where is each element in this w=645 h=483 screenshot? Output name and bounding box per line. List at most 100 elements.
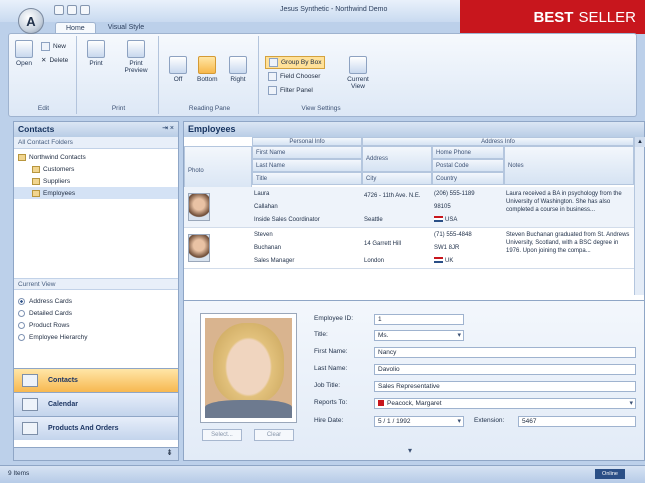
column-home-phone[interactable]: Home Phone: [432, 146, 504, 159]
last-name-field[interactable]: Davolio: [374, 364, 636, 375]
job-title-field[interactable]: Sales Representative: [374, 381, 636, 392]
current-view-icon: [349, 56, 367, 74]
nav-calendar[interactable]: Calendar: [14, 392, 178, 416]
group-by-box-button[interactable]: Group By Box: [265, 56, 326, 69]
nav-products-and-orders[interactable]: Products And Orders: [14, 416, 178, 440]
country-label: USA: [445, 217, 458, 223]
current-view-button[interactable]: Current View: [343, 56, 373, 90]
folder-tree: Northwind Contacts Customers Suppliers E…: [14, 149, 178, 199]
column-first-name[interactable]: First Name: [252, 146, 362, 159]
tree-item-customers[interactable]: Customers: [14, 163, 178, 175]
folder-icon: [18, 153, 26, 161]
item-count: 9 Items: [8, 470, 30, 477]
reports-to-value: Peacock, Margaret: [387, 400, 442, 407]
badge-text: SELLER: [578, 8, 636, 26]
tree-item-northwind-contacts[interactable]: Northwind Contacts: [14, 151, 178, 163]
view-option-product-rows[interactable]: Product Rows: [18, 319, 88, 331]
column-country[interactable]: Country: [432, 172, 504, 185]
nav-label: Contacts: [48, 377, 78, 384]
cell-country: UK: [434, 257, 453, 265]
print-preview-label: Print Preview: [124, 60, 148, 74]
employee-portrait: [205, 318, 292, 418]
cell-last-name: Callahan: [254, 204, 278, 210]
employees-header: Employees: [184, 122, 644, 137]
last-name-label: Last Name:: [314, 365, 348, 372]
delete-icon: ✕: [41, 57, 47, 64]
chevron-down-icon: ⇟: [166, 448, 173, 457]
radio-icon: [18, 321, 25, 329]
current-view-label: Current View: [347, 76, 369, 90]
extension-field[interactable]: 5467: [518, 416, 636, 427]
cell-postal-code: 98105: [434, 204, 451, 210]
employees-title: Employees: [188, 124, 236, 134]
reading-pane-bottom-button[interactable]: Bottom: [197, 56, 218, 83]
filter-panel-label: Filter Panel: [280, 87, 313, 94]
view-settings-group: Group By Box Field Chooser Filter Panel …: [261, 36, 381, 114]
title-label: Title:: [314, 331, 328, 338]
field-chooser-button[interactable]: Field Chooser: [268, 72, 320, 81]
hire-date-picker[interactable]: 5 / 1 / 1992: [374, 416, 464, 427]
table-row[interactable]: Steven Buchanan Sales Manager 14 Garrett…: [184, 228, 634, 269]
delete-button[interactable]: ✕ Delete: [41, 56, 68, 65]
tree-item-employees[interactable]: Employees: [14, 187, 178, 199]
reading-pane-right-button[interactable]: Right: [229, 56, 247, 83]
column-last-name[interactable]: Last Name: [252, 159, 362, 172]
scroll-up-icon[interactable]: ▲: [635, 137, 645, 147]
tree-item-suppliers[interactable]: Suppliers: [14, 175, 178, 187]
cell-notes: Laura received a BA in psychology from t…: [506, 191, 622, 213]
filter-panel-button[interactable]: Filter Panel: [268, 86, 313, 95]
cell-address: 4726 - 11th Ave. N.E.: [364, 193, 421, 199]
off-label: Off: [173, 76, 183, 83]
view-option-address-cards[interactable]: Address Cards: [18, 295, 88, 307]
app-menu-button[interactable]: A: [18, 8, 44, 34]
customize-icon[interactable]: [80, 5, 90, 15]
view-option-label: Detailed Cards: [29, 309, 72, 317]
reports-to-select[interactable]: Peacock, Margaret: [374, 398, 636, 409]
print-preview-button[interactable]: Print Preview: [121, 40, 151, 74]
employee-detail-form: Select... Clear Employee ID: 1 Title: Ms…: [184, 300, 644, 460]
panel-pin-close-icon[interactable]: ⇥ ×: [162, 124, 174, 132]
employee-thumbnail: [188, 234, 210, 262]
view-option-employee-hierarchy[interactable]: Employee Hierarchy: [18, 331, 88, 343]
folder-icon: [32, 177, 40, 185]
open-button[interactable]: Open: [15, 40, 33, 67]
save-icon[interactable]: [54, 5, 64, 15]
reading-pane-off-button[interactable]: Off: [169, 56, 187, 83]
print-button[interactable]: Print: [87, 40, 105, 67]
employees-panel: Employees Personal Info Address Info Pho…: [183, 121, 645, 461]
cell-home-phone: (206) 555-1189: [434, 191, 475, 197]
ribbon: Open New ✕ Delete Edit Print Print Previ…: [8, 33, 637, 117]
nav-configure-button[interactable]: ⇟: [14, 447, 178, 460]
cell-last-name: Buchanan: [254, 245, 282, 251]
new-button[interactable]: New: [41, 42, 66, 51]
nav-label: Calendar: [48, 401, 78, 408]
reading-pane-group: Off Bottom Right Reading Pane: [161, 36, 259, 114]
radio-icon: [18, 297, 25, 305]
window-title: Jesus Synthetic - Northwind Demo: [280, 6, 388, 13]
select-photo-button[interactable]: Select...: [202, 429, 242, 441]
current-view-options: Address Cards Detailed Cards Product Row…: [18, 295, 88, 343]
column-address[interactable]: Address: [362, 146, 432, 172]
employees-grid: Personal Info Address Info Photo First N…: [184, 137, 634, 297]
employee-id-field[interactable]: 1: [374, 314, 464, 325]
table-row[interactable]: Laura Callahan Inside Sales Coordinator …: [184, 187, 634, 228]
calendar-icon: [22, 398, 38, 411]
expand-form-icon[interactable]: ▾: [408, 446, 412, 455]
folder-icon: [32, 189, 40, 197]
title-select[interactable]: Ms.: [374, 330, 464, 341]
reports-to-label: Reports To:: [314, 399, 348, 406]
undo-icon[interactable]: [67, 5, 77, 15]
column-title[interactable]: Title: [252, 172, 362, 185]
column-notes[interactable]: Notes: [504, 146, 634, 185]
cell-first-name: Steven: [254, 232, 273, 238]
cell-city: Seattle: [364, 217, 383, 223]
status-bar: 9 Items Online: [0, 465, 645, 483]
clear-photo-button[interactable]: Clear: [254, 429, 294, 441]
view-option-detailed-cards[interactable]: Detailed Cards: [18, 307, 88, 319]
grid-scrollbar[interactable]: ▲: [634, 137, 645, 295]
nav-contacts[interactable]: Contacts: [14, 368, 178, 392]
tree-item-label: Suppliers: [43, 177, 71, 185]
first-name-field[interactable]: Nancy: [374, 347, 636, 358]
column-postal-code[interactable]: Postal Code: [432, 159, 504, 172]
column-city[interactable]: City: [362, 172, 432, 185]
